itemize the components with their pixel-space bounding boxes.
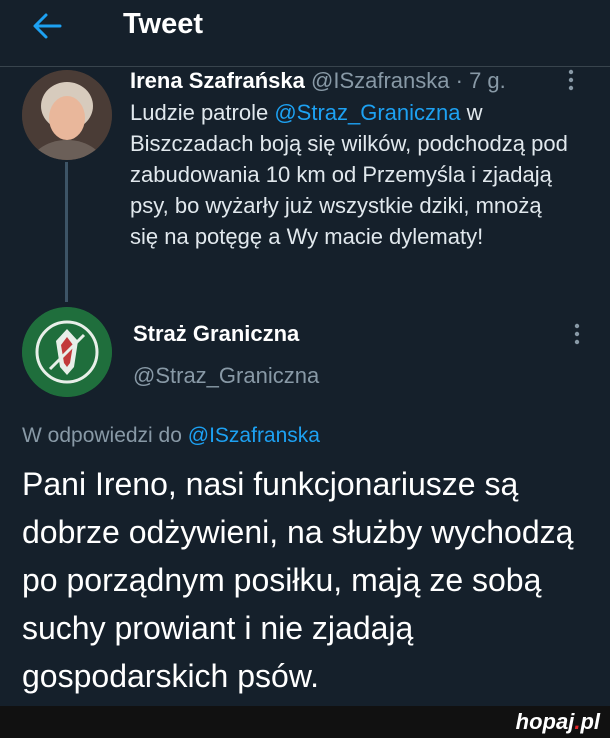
avatar-irena[interactable]: [22, 70, 112, 160]
tweet1-text: Ludzie patrole @Straz_Graniczna w Biszcz…: [130, 97, 570, 252]
watermark-bar: hopaj.pl: [0, 706, 610, 738]
tweet2-text: Pani Ireno, nasi funkcjonariusze są dobr…: [22, 466, 574, 694]
tweet1-mention-link[interactable]: @Straz_Graniczna: [274, 100, 460, 125]
tweet1-time[interactable]: 7 g.: [469, 68, 506, 93]
thread-connector: [65, 162, 68, 302]
tweet2-more-button[interactable]: [573, 322, 581, 350]
reply-prefix: W odpowiedzi do: [22, 424, 188, 447]
reply-to-line: W odpowiedzi do @ISzafranska: [22, 422, 320, 450]
tweet1-separator: ·: [449, 68, 470, 93]
reply-handle-link[interactable]: @ISzafranska: [188, 424, 320, 447]
tweet1-text-before: Ludzie patrole: [130, 100, 275, 125]
border-guard-emblem-icon: [22, 307, 112, 397]
back-arrow-icon: [33, 13, 62, 39]
tweet2-author-handle[interactable]: @Straz_Graniczna: [133, 362, 319, 390]
tweet1-author-name[interactable]: Irena Szafrańska: [130, 68, 305, 93]
page-title: Tweet: [123, 8, 204, 40]
more-options-icon: [574, 323, 580, 345]
tweet1-meta: Irena Szafrańska @ISzafranska · 7 g.: [130, 67, 506, 95]
watermark-tld: pl: [580, 709, 600, 734]
more-options-icon: [568, 69, 574, 91]
avatar-photo-icon: [22, 70, 112, 160]
tweet1-more-button[interactable]: [567, 68, 575, 96]
tweet2-author-name[interactable]: Straż Graniczna: [133, 320, 299, 348]
watermark-brand: hopaj: [515, 709, 575, 734]
tweet1-author-handle[interactable]: @ISzafranska: [311, 68, 450, 93]
watermark-logo: hopaj.pl: [516, 709, 600, 735]
avatar-straz-graniczna[interactable]: [22, 307, 112, 397]
back-button[interactable]: [30, 8, 70, 44]
top-bar: Tweet: [0, 0, 610, 67]
